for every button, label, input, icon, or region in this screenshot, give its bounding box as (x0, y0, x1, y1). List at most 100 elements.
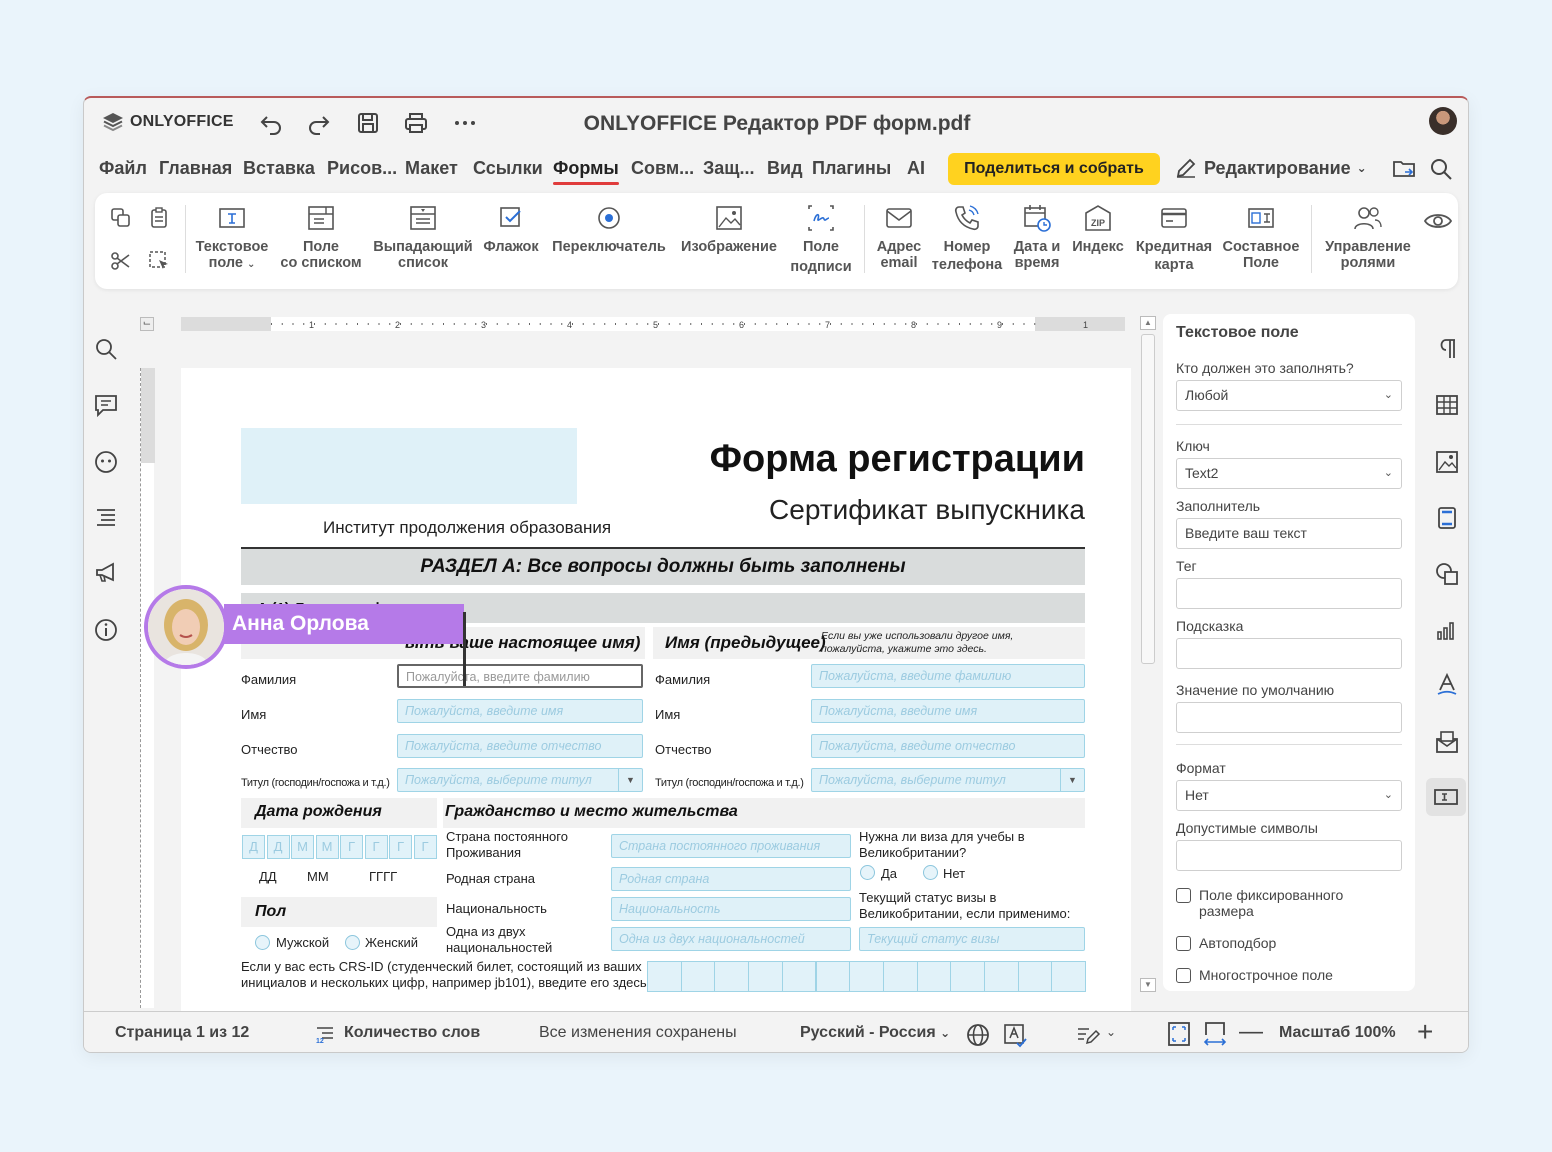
menu-plugins[interactable]: Плагины (812, 158, 891, 179)
crs-id-cell[interactable] (815, 961, 851, 992)
radio-button-button[interactable]: Переключатель (549, 203, 669, 255)
paragraph-settings-icon[interactable] (1434, 336, 1460, 362)
crs-id-cell[interactable] (1017, 961, 1053, 992)
complex-field-button[interactable]: Составное Поле (1221, 203, 1301, 271)
search-icon[interactable] (93, 336, 119, 362)
menu-forms[interactable]: Формы (553, 158, 619, 185)
dual-nationality-input[interactable]: Одна из двух национальностей (611, 927, 851, 951)
image-settings-icon[interactable] (1434, 449, 1460, 475)
open-location-icon[interactable] (1391, 156, 1417, 182)
text-art-icon[interactable] (1434, 672, 1460, 698)
dob-cell[interactable]: Г (340, 835, 363, 859)
prev-patronymic-input[interactable]: Пожалуйста, введите отчество (811, 734, 1085, 758)
fit-page-icon[interactable] (1166, 1021, 1192, 1047)
menu-collaboration[interactable]: Совм... (631, 158, 694, 179)
menu-layout[interactable]: Макет (405, 158, 458, 179)
scroll-up-icon[interactable]: ▲ (1140, 316, 1156, 330)
tag-input[interactable] (1176, 578, 1402, 609)
ruler-corner[interactable]: ⌙ (140, 317, 154, 331)
menu-draw[interactable]: Рисов... (327, 158, 397, 179)
spell-check-icon[interactable] (1002, 1022, 1028, 1048)
manage-roles-button[interactable]: Управление ролями (1321, 203, 1415, 271)
paste-icon[interactable] (147, 206, 171, 230)
user-avatar[interactable] (1429, 107, 1457, 135)
checkbox-box[interactable] (1176, 968, 1191, 983)
signature-field-button[interactable]: Поле подписи (788, 203, 854, 275)
crs-id-cell[interactable] (849, 961, 884, 992)
select-all-icon[interactable] (147, 249, 171, 273)
menu-insert[interactable]: Вставка (243, 158, 315, 179)
info-icon[interactable] (93, 617, 119, 643)
menu-view[interactable]: Вид (767, 158, 803, 179)
menu-home[interactable]: Главная (159, 158, 232, 179)
crs-id-cell[interactable] (882, 961, 918, 992)
prev-title-dropdown[interactable]: Пожалуйста, выберите титул ▼ (811, 768, 1085, 792)
name-input[interactable]: Пожалуйста, введите имя (397, 699, 643, 723)
word-count-button[interactable]: Количество слов (344, 1024, 480, 1042)
dropdown-button[interactable]: Выпадающий список (371, 203, 475, 271)
combo-box-button[interactable]: Поле со списком (278, 203, 364, 271)
logo-image-placeholder[interactable] (241, 428, 577, 504)
image-field-button[interactable]: Изображение (677, 203, 781, 255)
placeholder-input[interactable]: Введите ваш текст (1176, 518, 1402, 549)
track-changes-icon[interactable] (1075, 1022, 1101, 1048)
page-indicator[interactable]: Страница 1 из 12 (115, 1024, 249, 1042)
mail-merge-icon[interactable] (1434, 729, 1460, 755)
checkbox-box[interactable] (1176, 936, 1191, 951)
checkbox-box[interactable] (1176, 888, 1191, 903)
chart-settings-icon[interactable] (1434, 617, 1460, 643)
prev-surname-input[interactable]: Пожалуйста, введите фамилию (811, 664, 1085, 688)
menu-references[interactable]: Ссылки (473, 158, 543, 179)
crs-id-cell[interactable] (950, 961, 985, 992)
search-icon[interactable] (1428, 156, 1454, 182)
language-selector[interactable]: Русский - Россия ⌄ (800, 1024, 950, 1042)
fixed-size-checkbox[interactable]: Поле фиксированного размера (1176, 887, 1343, 919)
navigation-icon[interactable] (93, 505, 119, 531)
horizontal-ruler[interactable]: 1 2 3 4 5 6 7 8 9 1 (181, 317, 1125, 331)
datetime-field-button[interactable]: Дата и время (1009, 203, 1065, 271)
text-field-button[interactable]: Текстовое поле ⌄ (195, 203, 269, 273)
prev-name-input[interactable]: Пожалуйста, введите имя (811, 699, 1085, 723)
visa-status-input[interactable]: Текущий статус визы (859, 927, 1085, 951)
tip-input[interactable] (1176, 638, 1402, 669)
chat-icon[interactable] (93, 449, 119, 475)
zoom-out-icon[interactable]: — (1239, 1018, 1263, 1046)
fit-width-icon[interactable] (1202, 1021, 1228, 1049)
visa-no-radio[interactable] (923, 865, 938, 880)
zoom-in-icon[interactable]: + (1417, 1016, 1433, 1048)
dob-cell[interactable]: М (315, 835, 339, 859)
dob-cell[interactable]: Д (266, 835, 290, 859)
crs-id-cell[interactable] (748, 961, 783, 992)
comments-icon[interactable] (93, 392, 119, 418)
surname-input[interactable]: Пожалуйста, введите фамилию (397, 664, 643, 688)
who-fills-select[interactable]: Любой ⌄ (1176, 380, 1402, 411)
autofit-checkbox[interactable]: Автоподбор (1176, 935, 1276, 951)
multiline-checkbox[interactable]: Многострочное поле (1176, 967, 1333, 983)
editing-mode-dropdown[interactable]: Редактирование ⌄ (1174, 156, 1367, 180)
dob-cell[interactable]: Г (364, 835, 388, 859)
crs-id-cell[interactable] (680, 961, 716, 992)
dob-cell[interactable]: М (291, 835, 314, 859)
scroll-down-icon[interactable]: ▼ (1140, 978, 1156, 992)
native-country-input[interactable]: Родная страна (611, 867, 851, 891)
format-select[interactable]: Нет ⌄ (1176, 780, 1402, 811)
table-settings-icon[interactable] (1434, 392, 1460, 418)
visa-yes-radio[interactable] (860, 865, 875, 880)
copy-icon[interactable] (109, 206, 133, 230)
male-radio[interactable] (255, 935, 270, 950)
residence-input[interactable]: Страна постоянного проживания (611, 834, 851, 858)
female-radio[interactable] (345, 935, 360, 950)
menu-ai[interactable]: AI (907, 158, 925, 179)
globe-icon[interactable] (965, 1022, 991, 1048)
shape-settings-icon[interactable] (1434, 561, 1460, 587)
email-field-button[interactable]: Адрес email (872, 203, 926, 271)
menu-protection[interactable]: Защ... (703, 158, 754, 179)
crs-id-cell[interactable] (714, 961, 750, 992)
default-value-input[interactable] (1176, 702, 1402, 733)
patronymic-input[interactable]: Пожалуйста, введите отчество (397, 734, 643, 758)
phone-field-button[interactable]: Номер телефона (931, 203, 1003, 273)
header-footer-icon[interactable] (1434, 505, 1460, 531)
zip-field-button[interactable]: ZIP Индекс (1069, 203, 1127, 255)
vertical-scrollbar[interactable]: ▲ ▼ (1140, 316, 1156, 992)
scroll-thumb[interactable] (1141, 334, 1155, 664)
